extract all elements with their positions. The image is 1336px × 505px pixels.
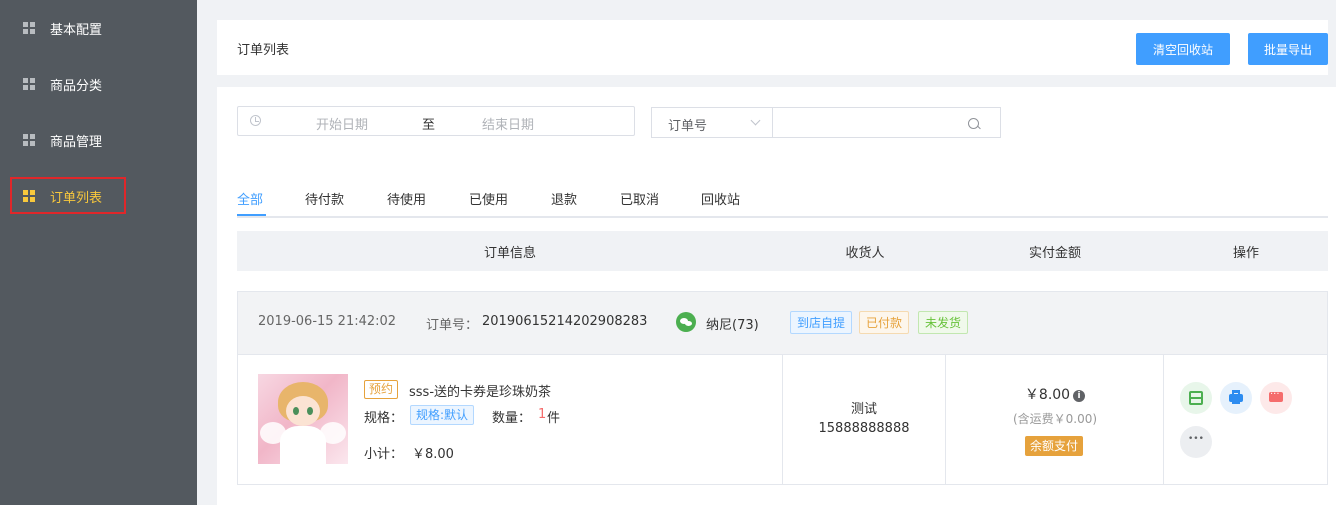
grid-icon [23,78,35,90]
main-panel: 开始日期 至 结束日期 订单号 全部 待付款 待使用 已使用 退款 已取消 回收… [217,87,1336,505]
page-header: 订单列表 清空回收站 批量导出 [217,20,1328,75]
grid-icon [23,22,35,34]
quantity-value: 1 [538,407,547,422]
order-row: 2019-06-15 21:42:02 订单号： 201906152142029… [237,291,1328,485]
table-header: 订单信息 收货人 实付金额 操作 [237,231,1328,271]
sidebar-item-label: 商品分类 [50,78,103,94]
actions-cell [1164,354,1327,485]
subtotal-label: 小计： [364,447,404,462]
info-icon[interactable]: i [1073,390,1086,402]
sidebar-item-label: 基本配置 [50,22,103,38]
receiver-phone: 15888888888 [818,421,910,436]
subtotal-value: ￥8.00 [412,447,454,462]
highlight-box [10,177,126,214]
receiver-cell: 测试 15888888888 [783,354,945,485]
order-number: 20190615214202908283 [482,314,648,329]
sidebar-item-label: 商品管理 [50,134,103,150]
more-actions-button[interactable] [1180,426,1212,458]
sidebar: 基本配置 商品分类 商品管理 订单列表 [0,0,197,505]
search-input[interactable] [772,107,1001,138]
grid-icon [23,134,35,146]
tab-refund[interactable]: 退款 [551,189,577,208]
column-header-order-info: 订单信息 [483,246,537,261]
sidebar-item-product-category[interactable]: 商品分类 [0,56,197,112]
status-badge-pickup: 到店自提 [790,311,853,334]
status-badge-unshipped: 未发货 [918,311,969,334]
order-number-label: 订单号： [426,318,479,333]
end-date-input[interactable]: 结束日期 [482,114,534,133]
column-header-receiver: 收货人 [845,246,885,261]
clock-icon [250,115,261,126]
chevron-down-icon [750,115,761,126]
print-button[interactable] [1220,382,1252,414]
status-badge-paid: 已付款 [859,311,910,334]
order-time: 2019-06-15 21:42:02 [258,314,397,329]
sidebar-item-product-management[interactable]: 商品管理 [0,112,197,168]
column-header-actions: 操作 [1232,246,1260,261]
start-date-input[interactable]: 开始日期 [316,114,368,133]
tab-pending-payment[interactable]: 待付款 [305,189,344,208]
paid-amount-line: ￥8.00 i [946,384,1164,404]
wechat-icon [676,312,696,332]
column-header-paid-amount: 实付金额 [1028,246,1082,261]
search-type-value: 订单号 [668,119,708,134]
payment-cell: ￥8.00 i (含运费￥0.00) 余额支付 [946,354,1164,485]
clear-recycle-button[interactable]: 清空回收站 [1136,33,1230,65]
search-type-select[interactable]: 订单号 [651,107,773,138]
search-icon[interactable] [968,118,979,129]
spec-value: 规格:默认 [410,405,475,425]
buyer-name: 纳尼(73) [706,318,759,333]
order-tabs: 全部 待付款 待使用 已使用 退款 已取消 回收站 [237,189,1328,218]
verify-scan-button[interactable] [1180,382,1212,414]
tab-all[interactable]: 全部 [237,189,263,208]
date-range-picker[interactable]: 开始日期 至 结束日期 [237,106,635,136]
tab-recycle-bin[interactable]: 回收站 [701,189,740,208]
receiver-name: 测试 [850,402,877,417]
message-button[interactable] [1260,382,1292,414]
active-tab-indicator [237,214,266,216]
tab-used[interactable]: 已使用 [469,189,508,208]
page-title: 订单列表 [237,43,290,58]
product-thumbnail[interactable] [258,374,348,464]
quantity-unit: 件 [547,411,561,426]
tab-pending-use[interactable]: 待使用 [387,189,426,208]
date-separator: 至 [422,118,436,133]
batch-export-button[interactable]: 批量导出 [1248,33,1328,65]
product-name[interactable]: sss-送的卡券是珍珠奶茶 [409,381,551,400]
reservation-badge: 预约 [364,380,399,399]
order-row-header: 2019-06-15 21:42:02 订单号： 201906152142029… [238,292,1327,355]
paid-amount: ￥8.00 [1024,387,1071,403]
payment-method-badge: 余额支付 [1025,436,1084,456]
sidebar-item-basic-config[interactable]: 基本配置 [0,0,197,56]
shipping-fee: (含运费￥0.00) [1012,412,1098,426]
spec-label: 规格： [364,411,404,426]
quantity-label: 数量： [492,411,532,426]
tab-cancelled[interactable]: 已取消 [620,189,659,208]
